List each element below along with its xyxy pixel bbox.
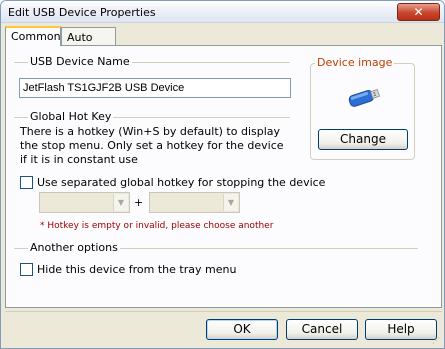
- hotkey-modifier-combo[interactable]: ▼: [39, 192, 130, 213]
- common-tab-panel: USB Device Name Device image Change Glob…: [5, 45, 442, 308]
- separate-hotkey-checkbox[interactable]: [20, 176, 33, 189]
- tab-auto-run[interactable]: Auto Run: [61, 27, 116, 57]
- separate-hotkey-label: Use separated global hotkey for stopping…: [37, 176, 326, 189]
- hide-device-checkbox[interactable]: [20, 263, 33, 276]
- hotkey-group-label: Global Hot Key: [28, 110, 114, 123]
- resize-grip-icon[interactable]: ⋰: [432, 336, 442, 346]
- help-button[interactable]: Help: [365, 319, 437, 340]
- hotkey-key-combo[interactable]: ▼: [149, 192, 240, 213]
- cancel-button[interactable]: Cancel: [286, 319, 358, 340]
- device-name-group-label: USB Device Name: [28, 55, 132, 68]
- footer-separator: [5, 311, 442, 312]
- close-icon: ✕: [413, 5, 424, 19]
- tab-common[interactable]: Common: [5, 26, 61, 46]
- chevron-down-icon: ▼: [223, 194, 238, 211]
- window-title: Edit USB Device Properties: [8, 6, 156, 19]
- chevron-down-icon: ▼: [113, 194, 128, 211]
- help-button-label: Help: [387, 322, 415, 336]
- close-button[interactable]: ✕: [397, 3, 440, 21]
- hide-device-label: Hide this device from the tray menu: [37, 263, 237, 276]
- usb-drive-icon: [348, 89, 381, 107]
- hotkey-error-text: * Hotkey is empty or invalid, please cho…: [40, 221, 274, 231]
- other-options-group-label: Another options: [28, 241, 120, 254]
- dialog-window: Edit USB Device Properties ✕ Common Auto…: [0, 0, 445, 349]
- ok-button-label: OK: [233, 322, 251, 336]
- title-bar[interactable]: Edit USB Device Properties ✕: [1, 1, 444, 23]
- ok-button[interactable]: OK: [206, 319, 278, 340]
- device-image-group-label: Device image: [315, 56, 395, 69]
- plus-sign: +: [134, 196, 144, 209]
- change-image-button-label: Change: [340, 132, 386, 146]
- change-image-button[interactable]: Change: [318, 129, 408, 150]
- hotkey-description: There is a hotkey (Win+S by default) to …: [20, 125, 284, 166]
- cancel-button-label: Cancel: [301, 322, 343, 336]
- device-name-input[interactable]: [19, 78, 291, 98]
- tab-common-label: Common: [11, 30, 61, 43]
